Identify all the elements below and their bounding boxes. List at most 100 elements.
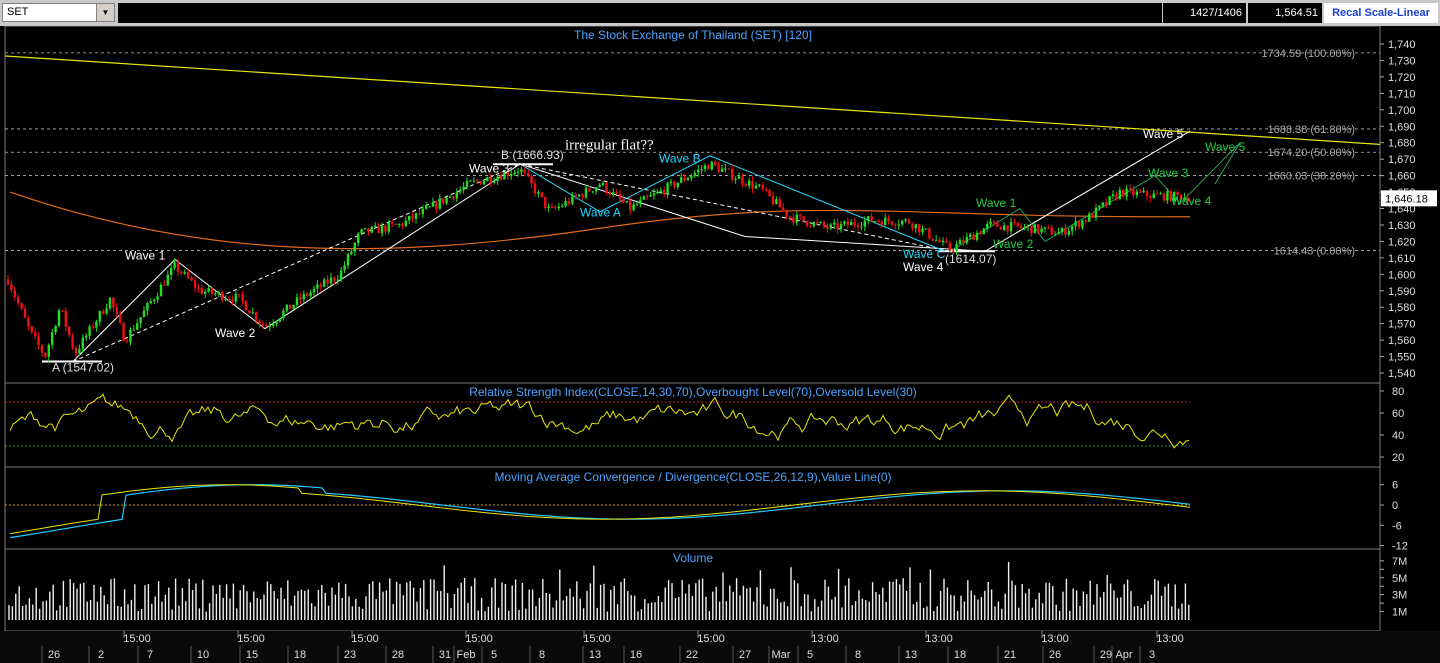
candle-body — [588, 187, 591, 192]
symbol-selector[interactable]: SET ▼ — [2, 3, 115, 22]
candle-body — [217, 292, 220, 294]
candle-body — [472, 180, 475, 182]
candle-body — [584, 187, 588, 198]
wave-label: Wave 3 — [469, 161, 510, 175]
candle-body — [319, 284, 322, 287]
candle-body — [187, 271, 190, 278]
time-label: 15:00 — [237, 633, 265, 645]
candle-body — [146, 302, 149, 311]
wave-label: Wave 3 — [1148, 166, 1189, 180]
candle-body — [102, 311, 105, 314]
candle-body — [887, 217, 890, 222]
stock-chart[interactable]: 1734.59 (100.00%) 1688.38 (61.80%) 1674.20… — [0, 26, 1440, 663]
candle-body — [499, 176, 503, 180]
candle-body — [962, 239, 965, 243]
candle-body — [462, 186, 465, 190]
rsi-tick-label: 60 — [1392, 408, 1404, 420]
wave-label: Wave 4 — [903, 260, 944, 274]
candle-body — [799, 214, 802, 217]
bar-count: 1427/1406 — [1163, 3, 1246, 23]
candle-body — [1149, 196, 1152, 199]
wave-label: Wave 5 — [1205, 140, 1246, 154]
candle-body — [1026, 225, 1030, 227]
candle-body — [758, 184, 761, 186]
recal-scale-button[interactable]: Recal Scale-Linear — [1324, 3, 1438, 23]
candle-body — [571, 194, 574, 204]
candle-body — [1135, 191, 1138, 196]
candle-body — [221, 292, 224, 300]
candle-body — [612, 192, 615, 195]
candle-body — [414, 213, 418, 219]
candle-body — [261, 323, 265, 326]
candle-body — [839, 223, 843, 230]
candle-body — [469, 180, 472, 182]
wave-label: A (1547.02) — [52, 360, 114, 374]
candle-body — [1077, 221, 1081, 228]
candle-body — [581, 194, 584, 198]
candle-body — [231, 299, 234, 302]
candle-body — [37, 336, 40, 346]
candle-body — [20, 303, 23, 309]
candle-body — [649, 195, 652, 197]
candle-body — [520, 169, 523, 173]
candle-body — [663, 190, 666, 195]
price-tick-label: 1,710 — [1388, 88, 1416, 100]
candle-body — [343, 265, 346, 271]
candle-body — [438, 198, 441, 209]
date-label: 3 — [1149, 649, 1155, 661]
candle-body — [476, 180, 479, 182]
candle-body — [384, 225, 387, 232]
wave-label: irregular flat?? — [565, 137, 654, 153]
candle-body — [690, 175, 693, 179]
wave-label: Wave 2 — [993, 237, 1034, 251]
candle-body — [591, 191, 594, 193]
macd-tick-label: 0 — [1392, 500, 1398, 512]
candle-body — [166, 274, 169, 286]
date-label: 21 — [1004, 649, 1016, 661]
candle-body — [554, 207, 557, 209]
candle-body — [897, 224, 900, 226]
candle-body — [646, 196, 649, 198]
candle-body — [190, 277, 193, 281]
fib-label: 1614.43 (0.00%) — [1274, 246, 1355, 258]
wave-label: Wave 4 — [1171, 194, 1212, 208]
candle-body — [1108, 196, 1111, 205]
candle-body — [629, 200, 632, 211]
wave-label: Wave A — [580, 206, 621, 220]
candle-body — [907, 219, 911, 224]
date-label: 10 — [197, 649, 209, 661]
symbol-value: SET — [7, 6, 29, 18]
candle-body — [996, 221, 999, 227]
candle-body — [666, 183, 669, 195]
candle-body — [700, 169, 703, 171]
date-label: 5 — [491, 649, 497, 661]
candle-body — [326, 279, 329, 284]
candle-body — [982, 228, 985, 235]
date-label: 31 — [439, 649, 451, 661]
candle-body — [377, 225, 380, 234]
candle-body — [1105, 202, 1108, 205]
candle-body — [112, 297, 115, 308]
candle-body — [941, 240, 945, 243]
candle-body — [870, 216, 873, 222]
macd-tick-label: -12 — [1392, 541, 1408, 553]
chevron-down-icon[interactable]: ▼ — [96, 4, 114, 21]
candle-body — [1033, 224, 1036, 234]
date-label: 18 — [954, 649, 966, 661]
candle-body — [1043, 227, 1047, 229]
candle-body — [724, 168, 727, 170]
time-label: 15:00 — [351, 633, 379, 645]
price-tick-label: 1,550 — [1388, 352, 1416, 364]
candle-body — [421, 208, 424, 215]
fib-label: 1660.03 (38.20%) — [1268, 171, 1355, 183]
wave-label: Wave B — [659, 151, 701, 165]
candle-body — [1016, 222, 1019, 227]
candle-body — [744, 183, 747, 186]
candle-body — [979, 232, 982, 235]
candle-body — [404, 220, 407, 227]
candle-body — [720, 168, 724, 172]
candle-body — [618, 193, 622, 200]
candle-body — [323, 279, 326, 287]
candle-body — [136, 323, 139, 330]
candle-body — [180, 271, 183, 274]
